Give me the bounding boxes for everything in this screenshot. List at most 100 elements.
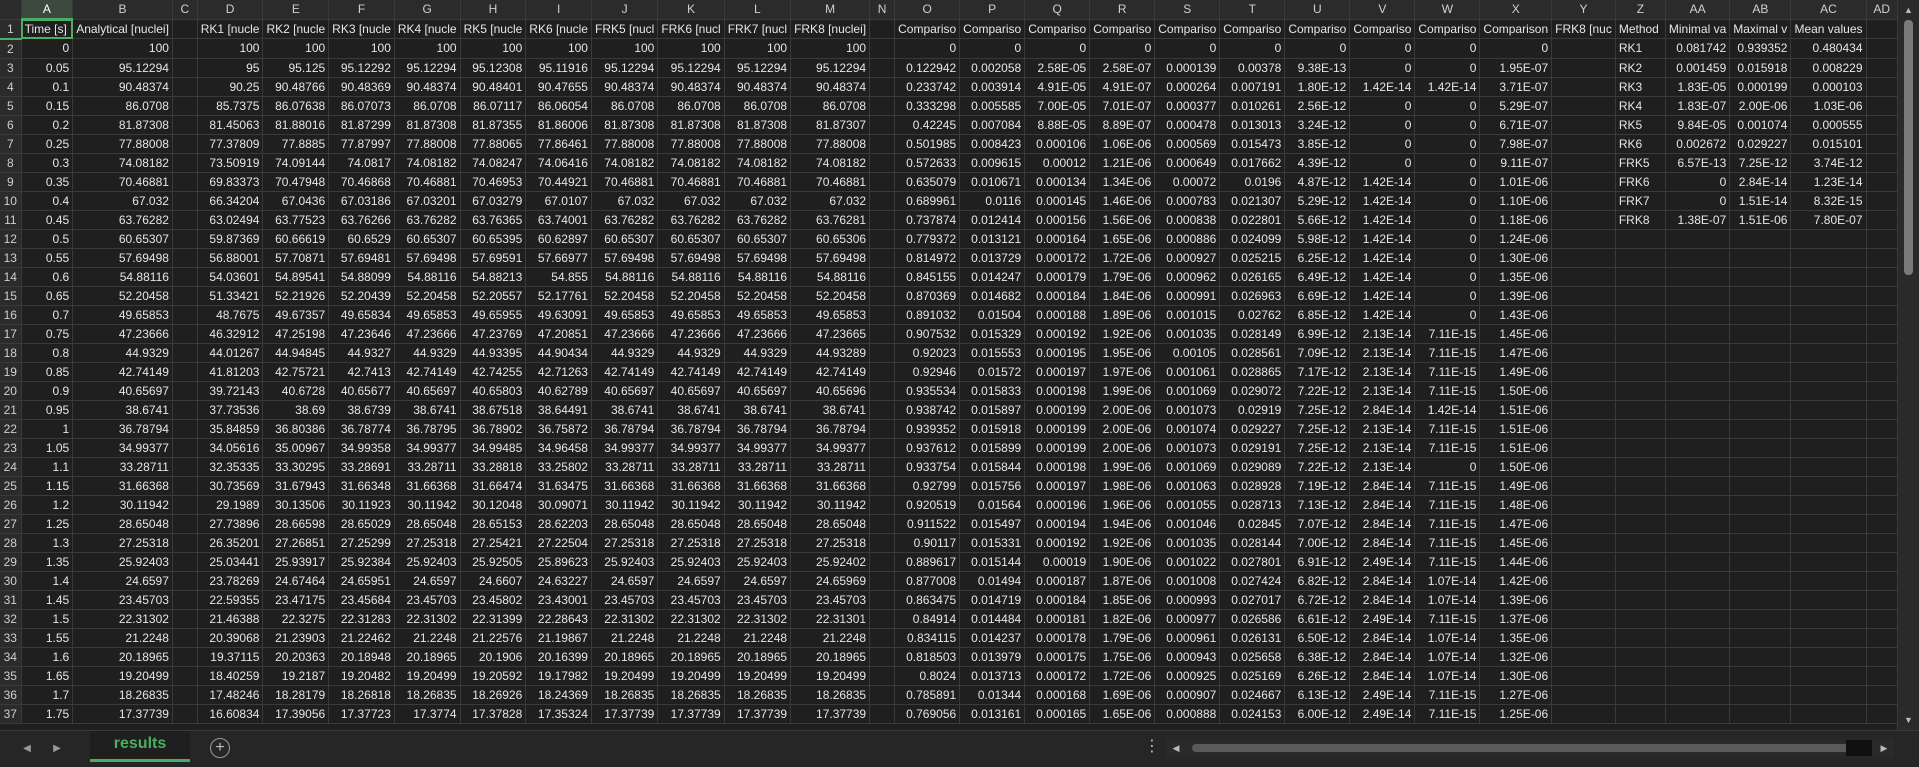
- row-header[interactable]: 9: [0, 172, 22, 192]
- column-header-b[interactable]: B: [72, 0, 173, 20]
- cell-b37[interactable]: 17.37739: [72, 704, 173, 724]
- cell-i2[interactable]: 100: [525, 38, 592, 59]
- cell-r35[interactable]: 1.72E-06: [1089, 666, 1156, 686]
- cell-j27[interactable]: 28.65048: [591, 514, 659, 534]
- cell-t32[interactable]: 0.026586: [1219, 609, 1286, 629]
- cell-ad26[interactable]: [1866, 495, 1898, 515]
- cell-aa35[interactable]: [1665, 666, 1731, 686]
- cell-v7[interactable]: 0: [1349, 134, 1416, 154]
- cell-b36[interactable]: 18.26835: [72, 685, 173, 705]
- cell-l13[interactable]: 57.69498: [724, 248, 792, 268]
- cell-i8[interactable]: 74.06416: [525, 153, 592, 173]
- cell-w35[interactable]: 1.07E-14: [1414, 666, 1481, 686]
- cell-aa3[interactable]: 0.001459: [1665, 58, 1731, 78]
- cell-x16[interactable]: 1.43E-06: [1479, 305, 1553, 325]
- vertical-scroll-thumb[interactable]: [1904, 20, 1913, 275]
- cell-x23[interactable]: 1.51E-06: [1479, 438, 1553, 458]
- cell-t19[interactable]: 0.028865: [1219, 362, 1286, 382]
- column-header-t[interactable]: T: [1219, 0, 1286, 20]
- cell-c8[interactable]: [172, 153, 198, 173]
- cell-c5[interactable]: [172, 96, 198, 116]
- cell-y31[interactable]: [1551, 590, 1616, 610]
- cell-g26[interactable]: 30.11942: [394, 495, 461, 515]
- cell-c26[interactable]: [172, 495, 198, 515]
- cell-q35[interactable]: 0.000172: [1024, 666, 1091, 686]
- scroll-up-icon[interactable]: ▲: [1898, 2, 1919, 18]
- cell-d13[interactable]: 56.88001: [197, 248, 264, 268]
- cell-v24[interactable]: 2.13E-14: [1349, 457, 1416, 477]
- cell-h26[interactable]: 30.12048: [460, 495, 527, 515]
- cell-i16[interactable]: 49.63091: [525, 305, 592, 325]
- cell-o19[interactable]: 0.92946: [894, 362, 961, 382]
- cell-ad33[interactable]: [1866, 628, 1898, 648]
- cell-aa31[interactable]: [1665, 590, 1731, 610]
- cell-j10[interactable]: 67.032: [591, 191, 659, 211]
- cell-j13[interactable]: 57.69498: [591, 248, 659, 268]
- cell-w33[interactable]: 1.07E-14: [1414, 628, 1481, 648]
- cell-m14[interactable]: 54.88116: [790, 267, 871, 287]
- cell-i32[interactable]: 22.28643: [525, 609, 592, 629]
- sheet-tab-results[interactable]: results: [90, 731, 190, 762]
- cell-s30[interactable]: 0.001008: [1154, 571, 1221, 591]
- cell-i22[interactable]: 36.75872: [525, 419, 592, 439]
- row-header[interactable]: 37: [0, 704, 22, 724]
- cell-g28[interactable]: 27.25318: [394, 533, 461, 553]
- cell-ac29[interactable]: [1790, 552, 1867, 572]
- cell-o2[interactable]: 0: [894, 38, 961, 59]
- cell-aa13[interactable]: [1665, 248, 1731, 268]
- triangle-left-icon[interactable]: ◀: [16, 740, 38, 758]
- cell-ab29[interactable]: [1729, 552, 1792, 572]
- cell-x19[interactable]: 1.49E-06: [1479, 362, 1553, 382]
- cell-p27[interactable]: 0.015497: [959, 514, 1026, 534]
- cell-u27[interactable]: 7.07E-12: [1284, 514, 1351, 534]
- cell-r3[interactable]: 2.58E-07: [1089, 58, 1156, 78]
- cell-v36[interactable]: 2.49E-14: [1349, 685, 1416, 705]
- cell-z21[interactable]: [1615, 400, 1666, 420]
- cell-z19[interactable]: [1615, 362, 1666, 382]
- cell-u17[interactable]: 6.99E-12: [1284, 324, 1351, 344]
- cell-aa37[interactable]: [1665, 704, 1731, 724]
- cell-x10[interactable]: 1.10E-06: [1479, 191, 1553, 211]
- cell-ac12[interactable]: [1790, 229, 1867, 249]
- cell-r2[interactable]: 0: [1089, 38, 1156, 59]
- row-header[interactable]: 5: [0, 96, 22, 116]
- cell-p3[interactable]: 0.002058: [959, 58, 1026, 78]
- cell-n8[interactable]: [869, 153, 896, 173]
- cell-o6[interactable]: 0.42245: [894, 115, 961, 135]
- cell-ac21[interactable]: [1790, 400, 1867, 420]
- cell-l19[interactable]: 42.74149: [724, 362, 792, 382]
- cell-b1[interactable]: Analytical [nuclei]: [72, 19, 173, 39]
- cell-ad21[interactable]: [1866, 400, 1898, 420]
- cell-h1[interactable]: RK5 [nucle: [460, 19, 527, 39]
- cell-o34[interactable]: 0.818503: [894, 647, 961, 667]
- cell-e35[interactable]: 19.2187: [262, 666, 330, 686]
- cell-f32[interactable]: 22.31283: [328, 609, 395, 629]
- cell-t20[interactable]: 0.029072: [1219, 381, 1286, 401]
- cell-b33[interactable]: 21.2248: [72, 628, 173, 648]
- cell-q10[interactable]: 0.000145: [1024, 191, 1091, 211]
- cell-y10[interactable]: [1551, 191, 1616, 211]
- row-header[interactable]: 3: [0, 58, 22, 78]
- cell-u7[interactable]: 3.85E-12: [1284, 134, 1351, 154]
- cell-k3[interactable]: 95.12294: [657, 58, 725, 78]
- row-header[interactable]: 8: [0, 153, 22, 173]
- cell-z12[interactable]: [1615, 229, 1666, 249]
- cell-ab26[interactable]: [1729, 495, 1792, 515]
- cell-t17[interactable]: 0.028149: [1219, 324, 1286, 344]
- cell-o30[interactable]: 0.877008: [894, 571, 961, 591]
- row-header[interactable]: 28: [0, 533, 22, 553]
- cell-v17[interactable]: 2.13E-14: [1349, 324, 1416, 344]
- cell-h4[interactable]: 90.48401: [460, 77, 527, 97]
- row-header[interactable]: 1: [0, 19, 22, 40]
- cell-q22[interactable]: 0.000199: [1024, 419, 1091, 439]
- cell-z25[interactable]: [1615, 476, 1666, 496]
- cell-o3[interactable]: 0.122942: [894, 58, 961, 78]
- cell-ab5[interactable]: 2.00E-06: [1729, 96, 1792, 116]
- cell-r10[interactable]: 1.46E-06: [1089, 191, 1156, 211]
- cell-aa9[interactable]: 0: [1665, 172, 1731, 192]
- cell-u4[interactable]: 1.80E-12: [1284, 77, 1351, 97]
- cell-c36[interactable]: [172, 685, 198, 705]
- cell-p12[interactable]: 0.013121: [959, 229, 1026, 249]
- cell-e37[interactable]: 17.39056: [262, 704, 330, 724]
- cell-p16[interactable]: 0.01504: [959, 305, 1026, 325]
